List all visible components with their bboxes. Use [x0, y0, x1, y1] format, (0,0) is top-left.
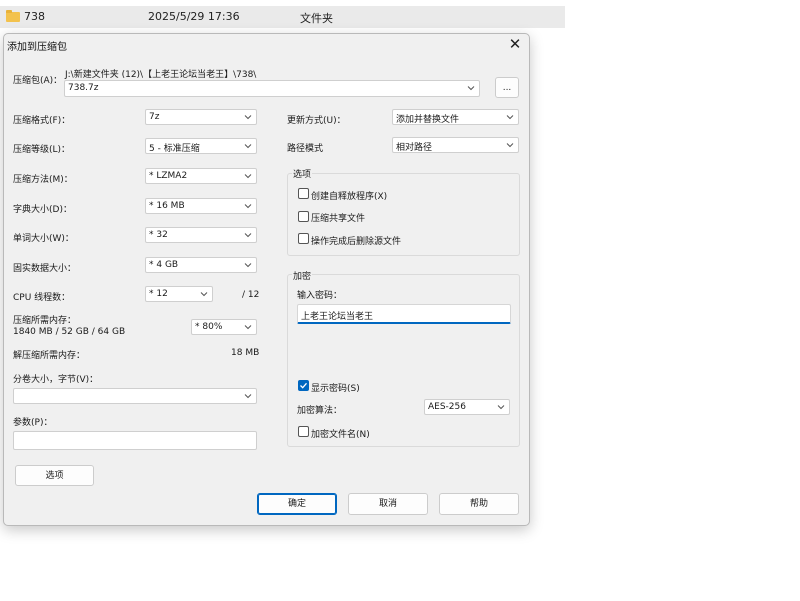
path-mode-value: 相对路径: [396, 143, 433, 153]
checkmark-icon: [300, 382, 307, 389]
cancel-button[interactable]: 取消: [348, 493, 428, 515]
method-value: * LZMA2: [149, 171, 188, 181]
format-value: 7z: [149, 112, 160, 122]
mem-decompress-value: 18 MB: [231, 348, 260, 358]
password-input[interactable]: 上老王论坛当老王: [297, 304, 511, 324]
folder-icon: [6, 10, 20, 22]
cpu-combo[interactable]: * 12: [145, 286, 213, 302]
browse-button[interactable]: ...: [495, 77, 519, 98]
mem-compress-combo[interactable]: * 80%: [191, 319, 257, 335]
ok-button[interactable]: 确定: [257, 493, 337, 515]
close-icon: ✕: [508, 35, 522, 53]
chevron-down-icon: [244, 204, 252, 209]
file-name: 738: [24, 10, 45, 23]
chevron-down-icon: [506, 115, 514, 120]
split-combo[interactable]: [13, 388, 257, 404]
dict-value: * 16 MB: [149, 201, 185, 211]
method-label: 压缩方法(M)：: [13, 175, 73, 185]
chevron-down-icon: [244, 263, 252, 268]
dict-label: 字典大小(D)：: [13, 205, 72, 215]
cpu-value: * 12: [149, 289, 168, 299]
dict-combo[interactable]: * 16 MB: [145, 198, 257, 214]
password-value: 上老王论坛当老王: [301, 312, 374, 322]
mem-compress-label: 压缩所需内存：: [13, 316, 77, 326]
cpu-total: / 12: [242, 290, 260, 300]
delete-source-label: 操作完成后删除源文件: [311, 237, 402, 247]
chevron-down-icon: [506, 143, 514, 148]
encryption-method-combo[interactable]: AES-256: [424, 399, 510, 415]
chevron-down-icon: [467, 86, 475, 91]
chevron-down-icon: [244, 394, 252, 399]
solid-value: * 4 GB: [149, 260, 179, 270]
shared-checkbox[interactable]: [298, 211, 309, 222]
sfx-label: 创建自释放程序(X): [311, 192, 388, 202]
dialog-title: 添加到压缩包: [7, 42, 67, 53]
chevron-down-icon: [244, 144, 252, 149]
path-mode-combo[interactable]: 相对路径: [392, 137, 519, 153]
mem-decompress-label: 解压缩所需内存：: [13, 351, 86, 361]
close-button[interactable]: ✕: [504, 35, 526, 54]
encryption-method-label: 加密算法：: [297, 406, 343, 416]
mem-compress-detail: 1840 MB / 52 GB / 64 GB: [13, 327, 126, 337]
archive-name-value: 738.7z: [68, 83, 99, 93]
show-password-label: 显示密码(S): [311, 384, 360, 394]
path-mode-label: 路径模式: [287, 144, 324, 154]
level-label: 压缩等级(L)：: [13, 145, 71, 155]
word-label: 单词大小(W)：: [13, 234, 74, 244]
archive-name-combo[interactable]: 738.7z: [64, 80, 480, 97]
params-label: 参数(P)：: [13, 418, 53, 428]
archive-path: J:\新建文件夹 (12)\【上老王论坛当老王】\738\: [65, 70, 257, 80]
archive-label: 压缩包(A)：: [13, 76, 63, 86]
mem-compress-value: * 80%: [195, 322, 223, 332]
update-label: 更新方式(U)：: [287, 116, 346, 126]
options-group-legend: 选项: [292, 167, 313, 180]
split-label: 分卷大小，字节(V)：: [13, 375, 99, 385]
shared-label: 压缩共享文件: [311, 214, 366, 224]
format-combo[interactable]: 7z: [145, 109, 257, 125]
help-button[interactable]: 帮助: [439, 493, 519, 515]
update-combo[interactable]: 添加并替换文件: [392, 109, 519, 125]
add-to-archive-dialog: 添加到压缩包 ✕ 压缩包(A)： J:\新建文件夹 (12)\【上老王论坛当老王…: [3, 33, 530, 526]
level-value: 5 - 标准压缩: [149, 144, 200, 154]
solid-combo[interactable]: * 4 GB: [145, 257, 257, 273]
encryption-group-legend: 加密: [292, 269, 313, 282]
level-combo[interactable]: 5 - 标准压缩: [145, 138, 257, 154]
file-type: 文件夹: [300, 12, 333, 25]
delete-source-checkbox[interactable]: [298, 233, 309, 244]
title-bar: 添加到压缩包 ✕: [4, 34, 529, 55]
chevron-down-icon: [244, 325, 252, 330]
file-date: 2025/5/29 17:36: [148, 10, 240, 23]
word-combo[interactable]: * 32: [145, 227, 257, 243]
params-input[interactable]: [13, 431, 257, 450]
solid-label: 固实数据大小：: [13, 264, 77, 274]
show-password-checkbox[interactable]: [298, 380, 309, 391]
password-label: 输入密码：: [297, 291, 343, 301]
encrypt-names-checkbox[interactable]: [298, 426, 309, 437]
explorer-file-row[interactable]: 738 2025/5/29 17:36 文件夹: [0, 6, 565, 28]
chevron-down-icon: [244, 174, 252, 179]
word-value: * 32: [149, 230, 168, 240]
chevron-down-icon: [497, 405, 505, 410]
format-label: 压缩格式(F)：: [13, 116, 71, 126]
chevron-down-icon: [244, 233, 252, 238]
chevron-down-icon: [244, 115, 252, 120]
method-combo[interactable]: * LZMA2: [145, 168, 257, 184]
update-value: 添加并替换文件: [396, 115, 460, 125]
sfx-checkbox[interactable]: [298, 188, 309, 199]
cpu-label: CPU 线程数：: [13, 293, 71, 303]
encryption-method-value: AES-256: [428, 402, 466, 412]
encrypt-names-label: 加密文件名(N): [311, 430, 370, 440]
options-button[interactable]: 选项: [15, 465, 94, 486]
chevron-down-icon: [200, 292, 208, 297]
